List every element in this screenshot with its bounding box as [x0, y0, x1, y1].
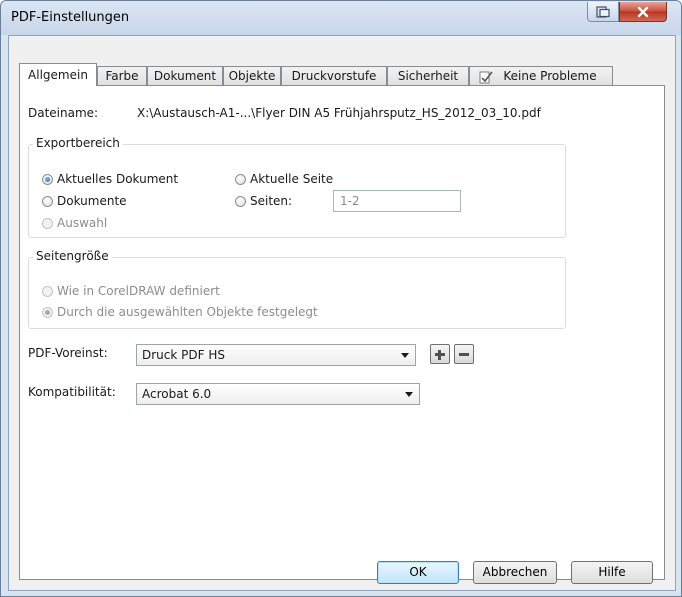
dialog-window: PDF-Einstellungen Allgemein Farbe Dokume…	[0, 0, 682, 597]
radio-by-objects	[42, 307, 53, 318]
page-size-title: Seitengröße	[33, 249, 112, 263]
cancel-button[interactable]: Abbrechen	[473, 561, 557, 584]
tab-panel-allgemein: Dateiname: X:\Austausch-A1-...\Flyer DIN…	[19, 85, 665, 580]
tab-strip: Allgemein Farbe Dokument Objekte Druckvo…	[19, 63, 619, 86]
preset-dropdown-value: Druck PDF HS	[142, 348, 225, 362]
radio-selection	[42, 218, 53, 229]
compatibility-dropdown-value: Acrobat 6.0	[142, 387, 212, 401]
dialog-client-area: Allgemein Farbe Dokument Objekte Druckvo…	[8, 35, 676, 591]
remove-preset-button[interactable]	[454, 344, 474, 364]
page-size-group: Seitengröße Wie in CorelDRAW definiert D…	[28, 249, 566, 329]
tab-keine-probleme-label: Keine Probleme	[503, 69, 597, 83]
radio-pages[interactable]	[235, 196, 246, 207]
compatibility-dropdown[interactable]: Acrobat 6.0	[136, 383, 420, 405]
tab-objekte[interactable]: Objekte	[223, 66, 281, 85]
context-help-button[interactable]	[587, 2, 619, 22]
chevron-down-icon	[401, 353, 409, 358]
preset-dropdown[interactable]: Druck PDF HS	[136, 344, 416, 366]
title-bar[interactable]: PDF-Einstellungen	[1, 1, 681, 35]
tab-keine-probleme[interactable]: Keine Probleme	[469, 66, 613, 85]
pages-input[interactable]: 1-2	[333, 190, 461, 212]
radio-current-page-label[interactable]: Aktuelle Seite	[250, 172, 333, 186]
radio-by-objects-label: Durch die ausgewählten Objekte festgeleg…	[57, 305, 318, 319]
add-preset-button[interactable]	[430, 344, 450, 364]
radio-current-page[interactable]	[235, 174, 246, 185]
context-help-icon	[596, 5, 610, 18]
chevron-down-icon	[405, 392, 413, 397]
help-button[interactable]: Hilfe	[571, 561, 653, 584]
radio-current-document[interactable]	[42, 174, 53, 185]
check-document-icon	[479, 71, 493, 84]
radio-as-defined-label: Wie in CorelDRAW definiert	[57, 284, 220, 298]
tab-druckvorstufe[interactable]: Druckvorstufe	[281, 66, 387, 85]
close-button[interactable]	[619, 2, 667, 22]
radio-selection-label: Auswahl	[57, 216, 108, 230]
tab-sicherheit[interactable]: Sicherheit	[387, 66, 469, 85]
compatibility-label: Kompatibilität:	[28, 385, 116, 399]
radio-documents[interactable]	[42, 196, 53, 207]
window-title: PDF-Einstellungen	[11, 10, 130, 25]
filename-label: Dateiname:	[28, 106, 99, 120]
radio-current-document-label[interactable]: Aktuelles Dokument	[57, 172, 178, 186]
preset-label: PDF-Voreinst:	[28, 346, 108, 360]
export-range-group: Exportbereich Aktuelles Dokument Dokumen…	[28, 136, 566, 238]
tab-allgemein[interactable]: Allgemein	[19, 63, 97, 86]
tab-dokument[interactable]: Dokument	[147, 66, 223, 85]
tab-farbe[interactable]: Farbe	[97, 66, 147, 85]
radio-pages-label[interactable]: Seiten:	[250, 194, 292, 208]
filename-value: X:\Austausch-A1-...\Flyer DIN A5 Frühjah…	[137, 106, 541, 120]
close-icon	[637, 6, 649, 17]
radio-documents-label[interactable]: Dokumente	[57, 194, 127, 208]
radio-as-defined	[42, 286, 53, 297]
ok-button[interactable]: OK	[377, 561, 459, 584]
export-range-title: Exportbereich	[33, 136, 123, 150]
